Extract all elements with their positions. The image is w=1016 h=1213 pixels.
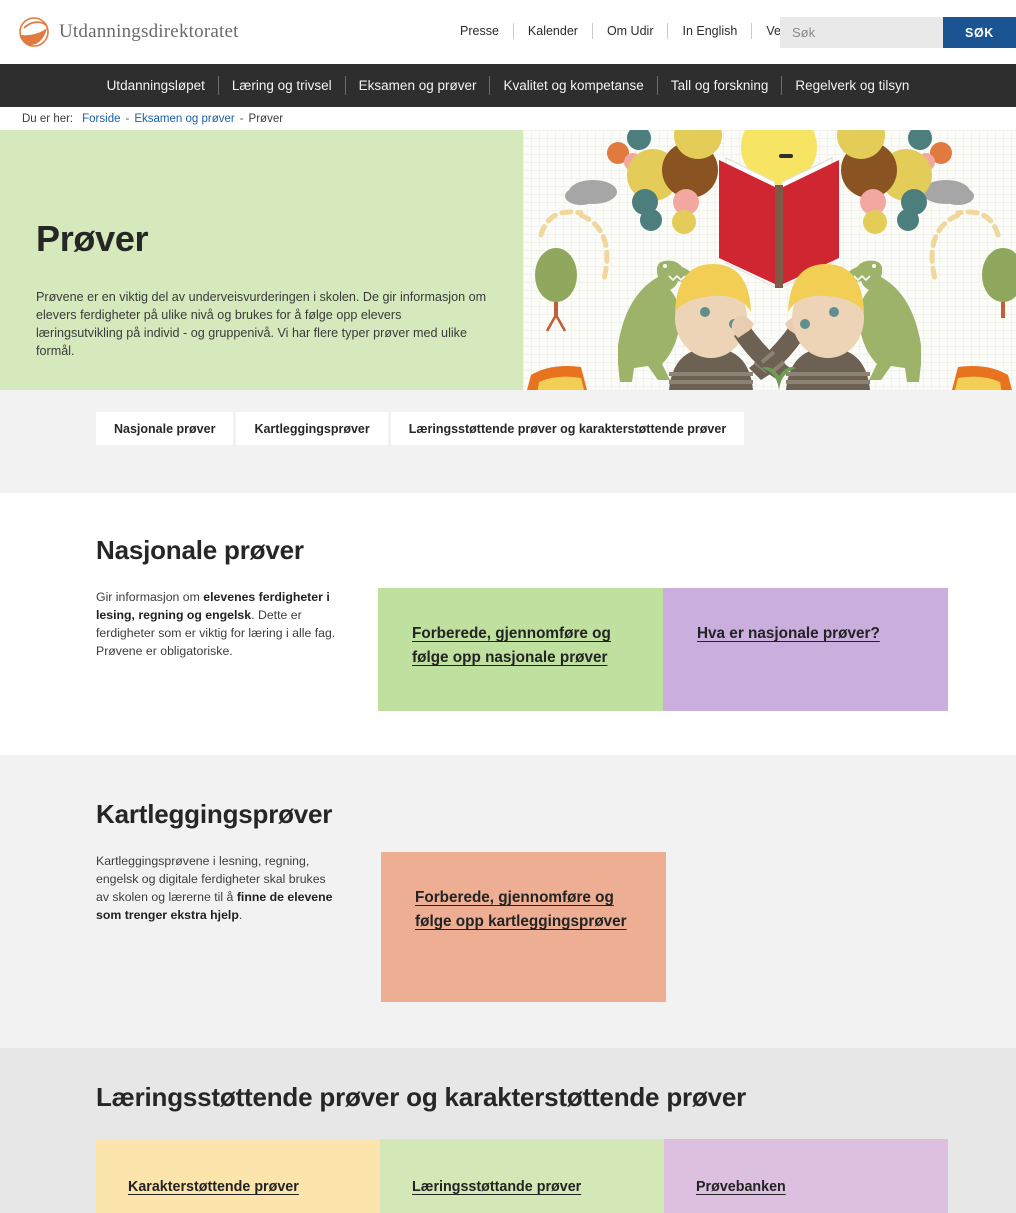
tab-nasjonale-prover[interactable]: Nasjonale prøver: [96, 412, 234, 445]
search-area: SØK: [780, 17, 1016, 48]
hero-banner: Prøver Prøvene er en viktig del av under…: [0, 130, 1016, 390]
card-provebanken[interactable]: Prøvebanken I prøvebanken finner du både…: [664, 1139, 948, 1213]
util-nav-item-presse[interactable]: Presse: [446, 22, 513, 40]
card-link[interactable]: Forberede, gjennomføre og følge opp kart…: [415, 886, 632, 934]
desc-part-plain: .: [238, 908, 243, 922]
breadcrumb-item-eksamen-og-prover[interactable]: Eksamen og prøver: [134, 113, 234, 125]
children-reading-book-illustration: [523, 130, 1016, 390]
tab-strip: Nasjonale prøver Kartleggingsprøver Læri…: [0, 390, 1016, 493]
breadcrumb-separator: -: [239, 112, 244, 125]
tab-kartleggingsprover[interactable]: Kartleggingsprøver: [236, 412, 388, 445]
card-link[interactable]: Karakterstøttende prøver: [128, 1177, 350, 1197]
section-kartleggingsprover: Kartleggingsprøver Kartleggingsprøvene i…: [0, 755, 1016, 1048]
card-group: Forberede, gjennomføre og følge opp kart…: [381, 852, 948, 1002]
util-nav-item-om-udir[interactable]: Om Udir: [593, 22, 668, 40]
card-link[interactable]: Læringsstøttande prøver: [412, 1177, 634, 1197]
site-logo[interactable]: Utdanningsdirektoratet: [18, 16, 239, 48]
card-laringsstottande-prover[interactable]: Læringsstøttande prøver Prøvene gir lære…: [380, 1139, 664, 1213]
card-forberede-nasjonale[interactable]: Forberede, gjennomføre og følge opp nasj…: [378, 588, 663, 711]
card-link[interactable]: Forberede, gjennomføre og følge opp nasj…: [412, 622, 629, 670]
section-heading: Læringsstøttende prøver og karakterstøtt…: [96, 1082, 747, 1112]
search-input[interactable]: [780, 17, 943, 48]
section-description: Gir informasjon om elevenes ferdigheter …: [96, 588, 338, 660]
hero-description: Prøvene er en viktig del av underveisvur…: [36, 290, 487, 358]
section-heading: Kartleggingsprøver: [96, 799, 333, 829]
card-group: Karakterstøttende prøver Støtte for unde…: [96, 1139, 948, 1213]
breadcrumb-separator: -: [125, 112, 130, 125]
card-hva-er-nasjonale-prover[interactable]: Hva er nasjonale prøver?: [663, 588, 948, 711]
section-description: Kartleggingsprøvene i lesning, regning, …: [96, 852, 341, 924]
card-karakterstottende-prover[interactable]: Karakterstøttende prøver Støtte for unde…: [96, 1139, 380, 1213]
breadcrumb-item-forside[interactable]: Forside: [82, 113, 120, 125]
util-nav-item-kalender[interactable]: Kalender: [514, 22, 592, 40]
hero-text-panel: Prøver Prøvene er en viktig del av under…: [0, 130, 523, 390]
udir-swirl-logo-icon: [18, 16, 50, 48]
utility-nav: Presse Kalender Om Udir In English Verkt…: [446, 22, 823, 40]
search-button[interactable]: SØK: [943, 17, 1016, 48]
breadcrumb-label: Du er her:: [22, 112, 74, 125]
tab-laringsstottende-prover[interactable]: Læringsstøttende prøver og karakterstøtt…: [390, 412, 745, 445]
desc-part-plain: Gir informasjon om: [96, 590, 204, 604]
section-laringsstottende-prover: Læringsstøttende prøver og karakterstøtt…: [0, 1048, 1016, 1213]
nav-item-regelverk-og-tilsyn[interactable]: Regelverk og tilsyn: [782, 76, 922, 96]
card-link[interactable]: Prøvebanken: [696, 1177, 918, 1197]
card-forberede-kartlegging[interactable]: Forberede, gjennomføre og følge opp kart…: [381, 852, 666, 1002]
nav-item-kvalitet-og-kompetanse[interactable]: Kvalitet og kompetanse: [490, 76, 656, 96]
nav-item-laring-og-trivsel[interactable]: Læring og trivsel: [219, 76, 345, 96]
main-navigation: Utdanningsløpet Læring og trivsel Eksame…: [0, 64, 1016, 107]
page-title: Prøver: [36, 218, 149, 259]
card-group: Forberede, gjennomføre og følge opp nasj…: [378, 588, 948, 711]
section-heading: Nasjonale prøver: [96, 535, 304, 565]
nav-item-utdanningslopet[interactable]: Utdanningsløpet: [94, 76, 218, 96]
section-text-column: Kartleggingsprøvene i lesning, regning, …: [96, 852, 381, 924]
section-text-column: Gir informasjon om elevenes ferdigheter …: [96, 588, 378, 660]
logo-text: Utdanningsdirektoratet: [59, 20, 239, 42]
nav-item-tall-og-forskning[interactable]: Tall og forskning: [658, 76, 782, 96]
section-nasjonale-prover: Nasjonale prøver Gir informasjon om elev…: [0, 493, 1016, 755]
top-utility-bar: Utdanningsdirektoratet Presse Kalender O…: [0, 0, 1016, 64]
nav-item-eksamen-og-prover[interactable]: Eksamen og prøver: [346, 76, 490, 96]
breadcrumb: Du er her: Forside - Eksamen og prøver -…: [0, 107, 1016, 130]
tab-list: Nasjonale prøver Kartleggingsprøver Læri…: [96, 412, 1016, 445]
card-link[interactable]: Hva er nasjonale prøver?: [697, 622, 914, 646]
breadcrumb-item-current: Prøver: [248, 112, 284, 125]
util-nav-item-in-english[interactable]: In English: [668, 22, 751, 40]
